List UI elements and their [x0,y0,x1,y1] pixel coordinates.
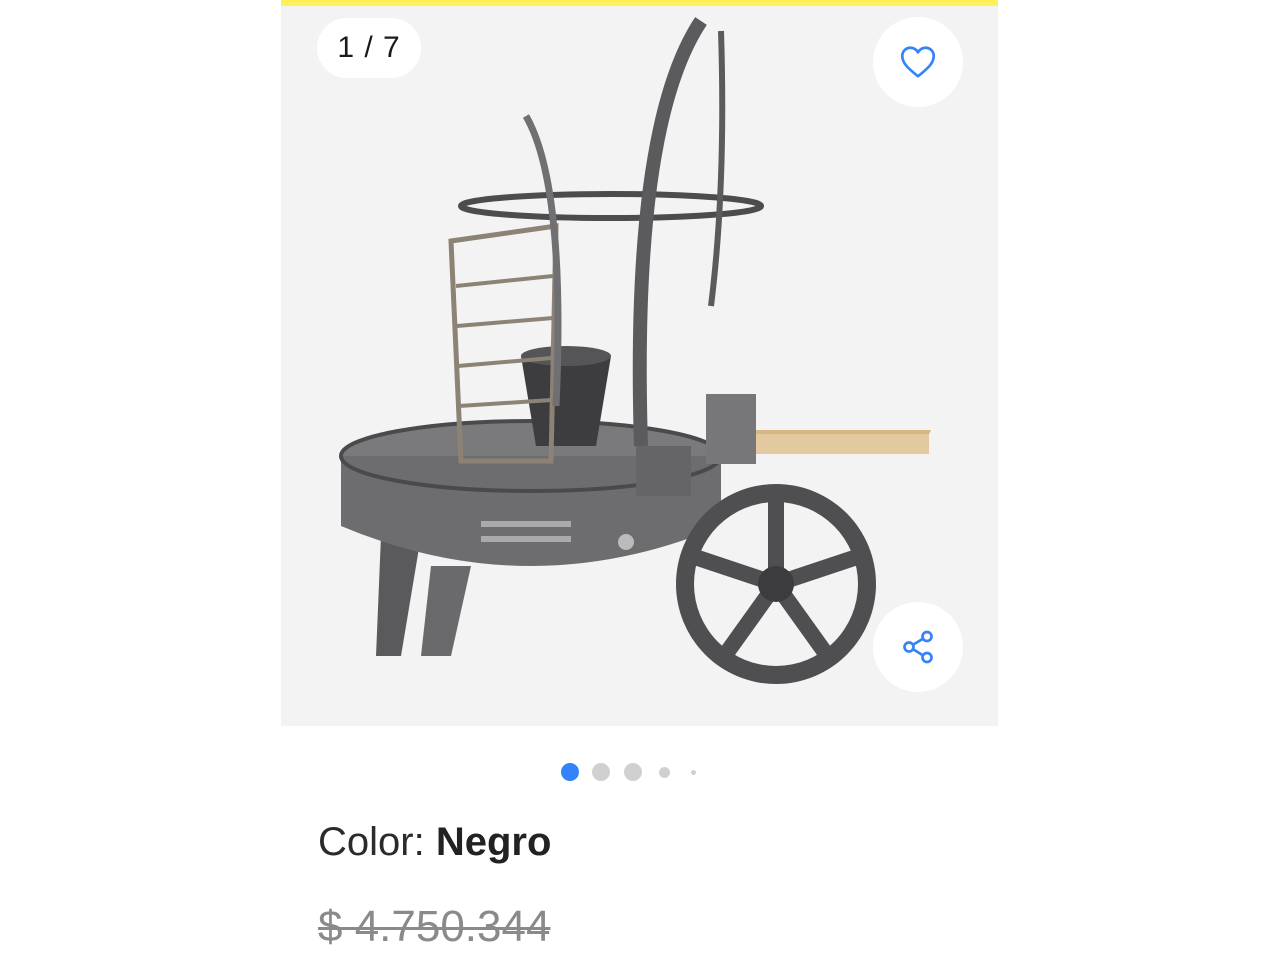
color-value: Negro [435,820,552,864]
color-selector: Color: Negro [318,820,551,865]
color-label: Color: [318,820,436,864]
share-icon [903,630,933,664]
original-price: $ 4.750.344 [318,902,551,951]
pagination-dot[interactable] [691,770,696,775]
gallery-pagination[interactable] [561,763,721,783]
pagination-dot[interactable] [592,763,610,781]
pagination-dot[interactable] [659,767,670,778]
share-button[interactable] [873,602,963,692]
product-image-gallery[interactable]: 1 / 7 [281,6,998,726]
product-screen: 1 / 7 Color: Negro $ 4.750.344 [281,0,998,960]
heart-outline-icon [900,46,936,78]
image-counter: 1 / 7 [317,18,421,78]
pagination-dot-active[interactable] [561,763,579,781]
favorite-button[interactable] [873,17,963,107]
page: 1 / 7 Color: Negro $ 4.750.344 [0,0,1280,960]
pagination-dot[interactable] [624,763,642,781]
